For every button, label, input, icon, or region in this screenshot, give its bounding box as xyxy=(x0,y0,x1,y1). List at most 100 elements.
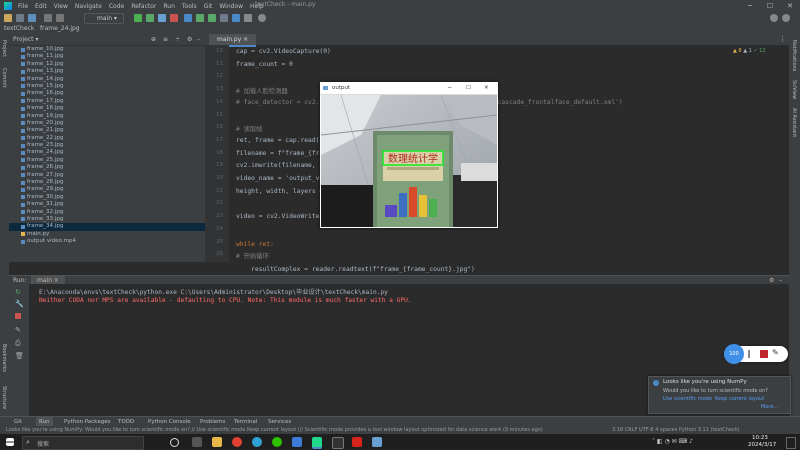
git-update-icon[interactable] xyxy=(184,14,192,22)
screen-capture-toolbar[interactable]: 100 ✎ xyxy=(724,344,788,364)
user-icon[interactable] xyxy=(770,14,778,22)
minimize-icon[interactable]: ─ xyxy=(740,0,760,12)
taskbar-search[interactable]: ⌕ 搜索 xyxy=(22,436,144,450)
menu-tools[interactable]: Tools xyxy=(182,3,197,10)
menu-code[interactable]: Code xyxy=(109,3,124,10)
keep-layout-link[interactable]: Keep current layout xyxy=(715,396,764,402)
menu-git[interactable]: Git xyxy=(204,3,213,10)
folder-icon[interactable] xyxy=(4,14,12,22)
use-scientific-mode-link[interactable]: Use scientific mode xyxy=(663,396,712,402)
chrome-icon[interactable] xyxy=(232,437,242,447)
file-tree-item[interactable]: frame_11.jpg xyxy=(9,53,205,60)
maximize-icon[interactable]: ☐ xyxy=(760,0,780,12)
menu-edit[interactable]: Edit xyxy=(35,3,47,10)
file-tree-item[interactable]: frame_21.jpg xyxy=(9,127,205,134)
file-tree-item[interactable]: frame_31.jpg xyxy=(9,201,205,208)
git-push-icon[interactable] xyxy=(208,14,216,22)
output-taskbar-icon[interactable] xyxy=(372,437,382,447)
file-tree-item[interactable]: frame_33.jpg xyxy=(9,216,205,223)
delete-icon[interactable]: 🗑 xyxy=(15,352,24,360)
tool-icon[interactable]: 🔧 xyxy=(15,300,24,308)
file-tree-item[interactable]: frame_19.jpg xyxy=(9,113,205,120)
back-icon[interactable] xyxy=(44,14,52,22)
locate-icon[interactable]: ⊕ xyxy=(151,34,156,45)
file-tree-item[interactable]: frame_20.jpg xyxy=(9,120,205,127)
edge-icon[interactable] xyxy=(252,437,262,447)
task-view-icon[interactable] xyxy=(170,438,179,447)
menu-view[interactable]: View xyxy=(54,3,68,10)
file-tree-item[interactable]: frame_22.jpg xyxy=(9,135,205,142)
collapse-icon[interactable]: ≡ xyxy=(163,34,168,45)
more-tabs-icon[interactable]: ⋮ xyxy=(779,35,786,43)
menu-refactor[interactable]: Refactor xyxy=(131,3,156,10)
code-line[interactable]: ret, frame = cap.read() xyxy=(236,137,323,144)
code-line[interactable]: cap = cv2.VideoCapture(0) xyxy=(236,48,331,55)
app-icon[interactable] xyxy=(292,437,302,447)
sciview-tool-tab[interactable]: SciView xyxy=(791,80,797,99)
code-line[interactable]: # 读取帧 xyxy=(236,124,262,133)
commit-tool-tab[interactable]: Commit xyxy=(1,68,7,88)
bookmarks-tool-tab[interactable]: Bookmarks xyxy=(1,344,7,372)
refresh-icon[interactable] xyxy=(28,14,36,22)
menu-run[interactable]: Run xyxy=(163,3,175,10)
file-tree-item[interactable]: main.py xyxy=(9,231,205,238)
start-icon[interactable] xyxy=(6,438,14,446)
file-tree-item[interactable]: frame_25.jpg xyxy=(9,157,205,164)
run-config-select[interactable]: main ▾ xyxy=(84,13,124,24)
output-minimize-icon[interactable]: ─ xyxy=(448,82,451,94)
options-icon[interactable]: ⚙ xyxy=(187,34,192,45)
code-line-while[interactable]: while ret: xyxy=(236,241,274,248)
status-message[interactable]: Looks like you're using NumPy: Would you… xyxy=(6,426,566,434)
inspection-widget[interactable]: ▲ 8 ▲ 1 ✓ 12 xyxy=(733,48,766,54)
capture-record-button[interactable]: 100 xyxy=(724,344,744,364)
wechat-icon[interactable] xyxy=(272,437,282,447)
output-window[interactable]: output ─ ☐ ✕ 数理统计学 xyxy=(320,82,498,228)
notifications-tool-tab[interactable]: Notifications xyxy=(791,40,797,71)
file-explorer-icon[interactable] xyxy=(192,437,202,447)
capture-pen-icon[interactable]: ✎ xyxy=(772,348,779,357)
history-icon[interactable] xyxy=(220,14,228,22)
file-tree-item[interactable]: frame_17.jpg xyxy=(9,98,205,105)
file-tree-item[interactable]: frame_24.jpg xyxy=(9,149,205,156)
search-icon[interactable] xyxy=(258,14,266,22)
file-tree-item[interactable]: frame_34.jpg xyxy=(9,223,205,231)
more-link[interactable]: More... xyxy=(761,404,778,410)
file-tree-item[interactable]: frame_16.jpg xyxy=(9,90,205,97)
pycharm-ai-tool-tab[interactable]: AI Assistant xyxy=(791,108,797,137)
hide-icon[interactable]: – xyxy=(197,34,200,45)
settings-icon[interactable] xyxy=(244,14,252,22)
close-icon[interactable]: ✕ xyxy=(780,0,800,12)
run-icon[interactable] xyxy=(134,14,142,22)
git-commit-icon[interactable] xyxy=(196,14,204,22)
capture-stop-icon[interactable] xyxy=(760,350,768,358)
file-tree-item[interactable]: frame_12.jpg xyxy=(9,61,205,68)
code-line-readtext[interactable]: resultComplex = reader.readtext(f"frame_… xyxy=(236,266,475,273)
menu-window[interactable]: Window xyxy=(219,3,243,10)
code-line[interactable]: frame_count = 0 xyxy=(236,61,293,68)
menu-navigate[interactable]: Navigate xyxy=(75,3,102,10)
rerun-icon[interactable]: ↻ xyxy=(15,288,21,296)
forward-icon[interactable] xyxy=(56,14,64,22)
debug-icon[interactable] xyxy=(146,14,154,22)
print-icon[interactable]: ⎙ xyxy=(15,339,21,348)
stop-run-icon[interactable] xyxy=(15,313,21,319)
output-close-icon[interactable]: ✕ xyxy=(484,82,489,94)
search-everywhere-icon[interactable] xyxy=(782,14,790,22)
file-tree-item[interactable]: frame_15.jpg xyxy=(9,83,205,90)
stop-icon[interactable] xyxy=(170,14,178,22)
file-tree-item[interactable]: frame_23.jpg xyxy=(9,142,205,149)
project-panel-title[interactable]: Project xyxy=(13,36,34,43)
file-tree-item[interactable]: frame_18.jpg xyxy=(9,105,205,112)
save-icon[interactable] xyxy=(16,14,24,22)
file-tree-item[interactable]: frame_13.jpg xyxy=(9,68,205,75)
breadcrumb-project[interactable]: textCheck xyxy=(4,25,34,32)
structure-tool-tab[interactable]: Structure xyxy=(1,386,7,409)
code-line[interactable]: # 加载人脸检测器 xyxy=(236,86,288,95)
breadcrumb-file[interactable]: frame_24.jpg xyxy=(40,25,80,32)
tray-icons[interactable]: ˄ ◧ ◔ ✉ ⌨ ♪ xyxy=(652,438,693,445)
rollback-icon[interactable] xyxy=(232,14,240,22)
file-tree-item[interactable]: frame_30.jpg xyxy=(9,194,205,201)
code-line[interactable]: # 开始循环 xyxy=(236,251,269,260)
file-tree-item[interactable]: frame_27.jpg xyxy=(9,172,205,179)
pycharm-taskbar-icon[interactable] xyxy=(312,437,322,449)
